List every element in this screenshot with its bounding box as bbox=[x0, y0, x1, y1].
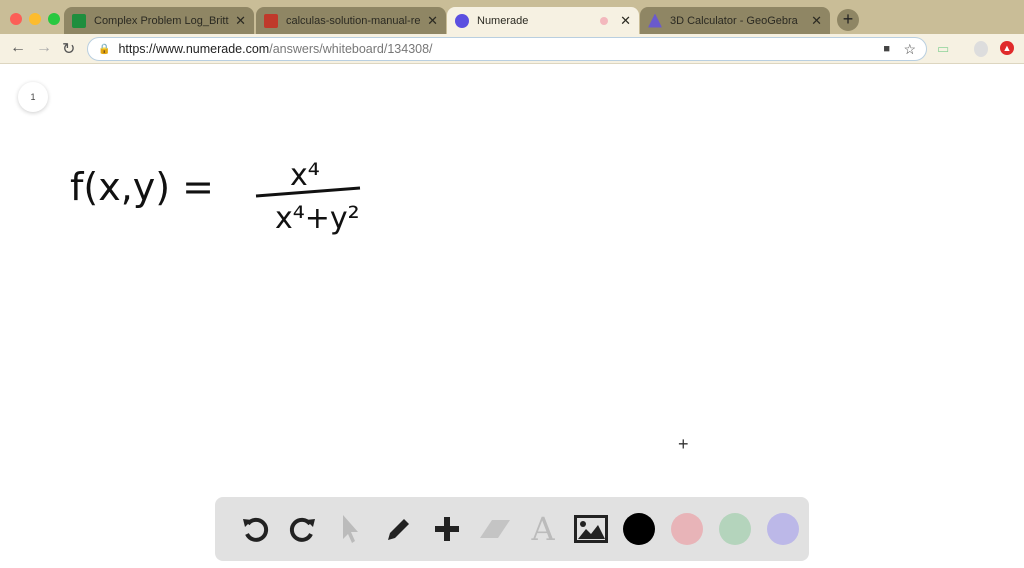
recording-indicator-icon bbox=[600, 16, 609, 25]
close-window-button[interactable] bbox=[10, 13, 22, 25]
select-icon bbox=[343, 515, 358, 543]
formula-denominator: x⁴+y² bbox=[275, 201, 360, 236]
url-host: https://www.numerade.com bbox=[118, 42, 270, 56]
color-swatch bbox=[767, 513, 799, 545]
color-black-button[interactable] bbox=[615, 505, 663, 553]
undo-button[interactable] bbox=[231, 505, 279, 553]
tab-numerade[interactable]: Numerade ✕ bbox=[447, 7, 639, 34]
color-swatch bbox=[719, 513, 751, 545]
close-tab-icon[interactable]: ✕ bbox=[620, 13, 631, 29]
pen-tool-button[interactable] bbox=[375, 505, 423, 553]
browser-toolbar: ← → ↻ 🔒 https://www.numerade.com/answers… bbox=[0, 34, 1024, 64]
profile-avatar[interactable] bbox=[974, 41, 988, 57]
tab-complex-problem-log[interactable]: Complex Problem Log_Brittany ✕ bbox=[64, 7, 254, 34]
minimize-window-button[interactable] bbox=[29, 13, 41, 25]
plus-icon bbox=[435, 517, 459, 541]
screen-cast-extension-icon[interactable]: ▭ bbox=[937, 41, 949, 57]
address-bar[interactable]: 🔒 https://www.numerade.com/answers/white… bbox=[87, 37, 927, 61]
numerade-icon bbox=[455, 13, 469, 28]
bookmark-star-icon[interactable]: ☆ bbox=[903, 41, 916, 58]
reload-icon[interactable]: ↻ bbox=[62, 39, 75, 59]
lock-icon: 🔒 bbox=[98, 43, 111, 55]
geogebra-icon bbox=[648, 13, 662, 28]
formula-numerator: x⁴ bbox=[290, 158, 320, 193]
close-tab-icon[interactable]: ✕ bbox=[427, 13, 438, 29]
redo-button[interactable] bbox=[279, 505, 327, 553]
tab-title: Numerade bbox=[477, 14, 529, 27]
color-swatch bbox=[671, 513, 703, 545]
sheets-icon bbox=[72, 13, 86, 28]
eraser-icon bbox=[480, 520, 510, 538]
tab-geogebra[interactable]: 3D Calculator - GeoGebra ✕ bbox=[640, 7, 830, 34]
text-icon: A bbox=[531, 510, 555, 548]
tab-bar: Complex Problem Log_Brittany ✕ calculas-… bbox=[0, 0, 1024, 34]
tab-title: Complex Problem Log_Brittany bbox=[94, 14, 229, 27]
page-number-badge[interactable]: 1 bbox=[18, 82, 48, 112]
window-controls bbox=[10, 13, 60, 25]
pdf-icon bbox=[264, 13, 278, 28]
new-tab-button[interactable]: + bbox=[837, 9, 859, 31]
close-tab-icon[interactable]: ✕ bbox=[235, 13, 246, 29]
close-tab-icon[interactable]: ✕ bbox=[811, 13, 822, 29]
color-green-button[interactable] bbox=[711, 505, 759, 553]
tab-title: calculas-solution-manual-real bbox=[286, 14, 422, 27]
text-tool-button[interactable]: A bbox=[519, 505, 567, 553]
tab-calculus-solution-manual[interactable]: calculas-solution-manual-real ✕ bbox=[256, 7, 446, 34]
camera-icon[interactable]: ■ bbox=[883, 43, 890, 55]
color-pink-button[interactable] bbox=[663, 505, 711, 553]
image-tool-button[interactable] bbox=[567, 505, 615, 553]
extension-record-icon[interactable]: ▲ bbox=[1000, 41, 1014, 55]
forward-icon[interactable]: → bbox=[36, 39, 52, 57]
add-button[interactable] bbox=[423, 505, 471, 553]
handwritten-formula: f(x,y) = x⁴ x⁴+y² bbox=[70, 158, 361, 236]
tab-title: 3D Calculator - GeoGebra bbox=[670, 14, 798, 27]
maximize-window-button[interactable] bbox=[48, 13, 60, 25]
back-icon[interactable]: ← bbox=[10, 39, 26, 57]
color-swatch bbox=[623, 513, 655, 545]
undo-icon bbox=[243, 517, 269, 542]
url-path: /answers/whiteboard/134308/ bbox=[269, 42, 433, 56]
redo-icon bbox=[289, 517, 315, 542]
whiteboard-toolbar: A bbox=[215, 497, 809, 561]
eraser-tool-button[interactable] bbox=[471, 505, 519, 553]
color-purple-button[interactable] bbox=[759, 505, 807, 553]
pencil-icon bbox=[388, 519, 409, 540]
image-icon bbox=[574, 515, 608, 543]
formula-lhs: f(x,y) = bbox=[70, 165, 214, 209]
select-tool-button[interactable] bbox=[327, 505, 375, 553]
crosshair-cursor-icon: + bbox=[678, 434, 689, 454]
